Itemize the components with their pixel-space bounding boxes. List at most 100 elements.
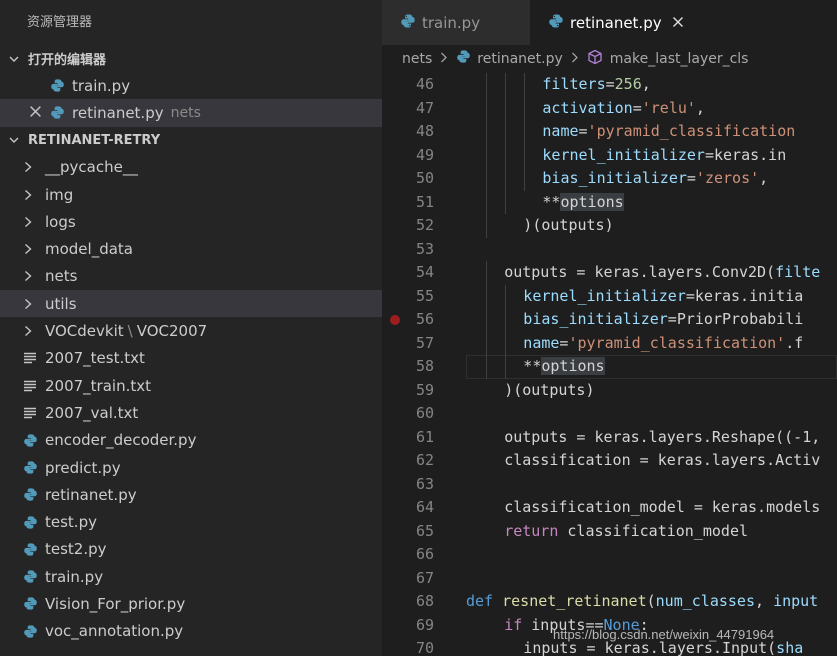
file-item[interactable]: 2007_train.txt (0, 372, 382, 399)
code-token: bias_initializer (523, 310, 668, 328)
folder-item[interactable]: utils (0, 290, 382, 318)
folder-label: logs (45, 212, 76, 231)
file-item[interactable]: train.py (0, 563, 382, 590)
code-token: 'relu' (641, 98, 696, 117)
folder-item[interactable]: VOCdevkit \ VOC2007 (0, 317, 382, 344)
code-token: = (632, 98, 642, 117)
explorer-sidebar: 资源管理器 打开的编辑器 train.py retinanet.py nets RE… (0, 0, 382, 656)
open-editor-label: retinanet.py (72, 103, 164, 122)
chevron-down-icon (0, 134, 28, 146)
code-line: **options (466, 191, 624, 215)
file-item[interactable]: Vision_For_prior.py (0, 590, 382, 617)
python-icon (23, 433, 45, 448)
code-token: , (759, 169, 769, 187)
folder-item[interactable]: model_data (0, 235, 382, 262)
chevron-right-icon (23, 298, 45, 310)
code-line: outputs = keras.layers.Conv2D(filte (466, 261, 820, 285)
code-token: .f (785, 333, 804, 352)
code-token: ( (646, 592, 656, 610)
file-label: 2007_train.txt (45, 376, 151, 395)
breadcrumb-symbol[interactable]: make_last_layer_cls (587, 49, 748, 69)
chevron-right-icon (23, 243, 45, 255)
chevron-right-icon (440, 51, 448, 67)
watermark-text: https://blog.csdn.net/weixin_44791964 (553, 627, 775, 642)
code-line: **options (466, 355, 837, 379)
file-item[interactable]: 2007_val.txt (0, 399, 382, 426)
file-label: 2007_val.txt (45, 403, 139, 422)
open-editors-header[interactable]: 打开的编辑器 (0, 45, 382, 72)
python-icon (23, 542, 45, 557)
code-token: filters (542, 75, 606, 93)
open-editors-list: train.py retinanet.py nets (0, 72, 382, 127)
file-label: test.py (45, 513, 97, 532)
python-icon (400, 13, 416, 33)
code-line: )(outputs) (466, 379, 595, 403)
code-token: = (578, 122, 588, 140)
code-token: =PriorProbabili (667, 310, 804, 328)
code-token: name (542, 122, 579, 140)
open-editor-item[interactable]: retinanet.py nets (0, 99, 382, 127)
file-item[interactable]: voc_annotation.py (0, 618, 382, 645)
chevron-down-icon (0, 53, 28, 65)
code-token: options (541, 357, 605, 375)
file-item[interactable]: 2007_test.txt (0, 345, 382, 372)
file-item[interactable]: test.py (0, 508, 382, 535)
folder-item[interactable]: img (0, 181, 382, 208)
code-token: )(outputs) (504, 380, 595, 399)
chevron-right-icon (23, 325, 45, 337)
folder-item[interactable]: nets (0, 263, 382, 290)
folder-item[interactable]: logs (0, 208, 382, 235)
python-icon (23, 624, 45, 639)
code-token: ** (542, 192, 561, 211)
breadcrumb-folder[interactable]: nets (402, 51, 432, 67)
breakpoint-icon[interactable] (390, 315, 400, 325)
code-editor[interactable]: 46 47 48 49 50 51 52 53 54 55 56 57 58 59 60 61 62 63 64 65… (382, 72, 837, 656)
file-item[interactable]: predict.py (0, 454, 382, 481)
project-title: RETINANET-RETRY (28, 132, 161, 148)
file-item[interactable]: test2.py (0, 536, 382, 563)
code-token: filte (775, 263, 821, 281)
code-token: 256 (614, 75, 642, 93)
line-number: 68 (415, 592, 434, 610)
folder-item[interactable]: __pycache__ (0, 154, 382, 181)
line-number: 55 (415, 286, 434, 305)
code-token: = (686, 169, 696, 187)
tab-retinanet-py[interactable]: retinanet.py (530, 0, 837, 45)
code-area[interactable]: filters=256, activation='relu', name='pyra… (466, 72, 837, 656)
code-line: def resnet_retinanet(num_classes, input (466, 590, 818, 614)
breadcrumb-file[interactable]: retinanet.py (456, 49, 563, 68)
code-line: return classification_model (466, 520, 748, 544)
python-icon (23, 487, 45, 502)
tab-train-py[interactable]: train.py (382, 0, 530, 45)
file-label: predict.py (45, 458, 121, 477)
chevron-right-icon (571, 51, 579, 67)
code-line: bias_initializer=PriorProbabili (466, 308, 803, 332)
line-number-gutter[interactable]: 46 47 48 49 50 51 52 53 54 55 56 57 58 59 60 61 62 63 64 65… (382, 72, 466, 656)
code-line: kernel_initializer=keras.initia (466, 285, 803, 309)
code-token: kernel_initializer (523, 286, 686, 305)
explorer-title: 资源管理器 (27, 15, 93, 30)
code-line: activation='relu', (466, 97, 705, 121)
close-icon[interactable] (672, 14, 684, 32)
open-editor-item[interactable]: train.py (0, 72, 382, 99)
folder-label: img (45, 185, 74, 204)
python-icon (23, 515, 45, 530)
file-item[interactable]: retinanet.py (0, 481, 382, 508)
code-token: classification_model (558, 521, 749, 540)
code-token: resnet_retinanet (502, 592, 647, 610)
code-token: 'zeros' (695, 169, 760, 187)
code-token: , (755, 592, 774, 610)
file-item[interactable]: encoder_decoder.py (0, 427, 382, 454)
code-token: outputs = keras.layers.Conv2D( (504, 263, 776, 281)
python-icon (548, 13, 564, 33)
line-number: 57 (415, 333, 434, 352)
line-number: 51 (415, 192, 434, 211)
file-label: train.py (45, 567, 104, 586)
code-token: ** (523, 357, 542, 375)
project-header[interactable]: RETINANET-RETRY (0, 127, 382, 154)
folder-label: utils (45, 294, 77, 313)
close-icon[interactable] (29, 105, 43, 119)
code-token: kernel_initializer (542, 145, 705, 164)
code-token: activation (542, 98, 633, 117)
